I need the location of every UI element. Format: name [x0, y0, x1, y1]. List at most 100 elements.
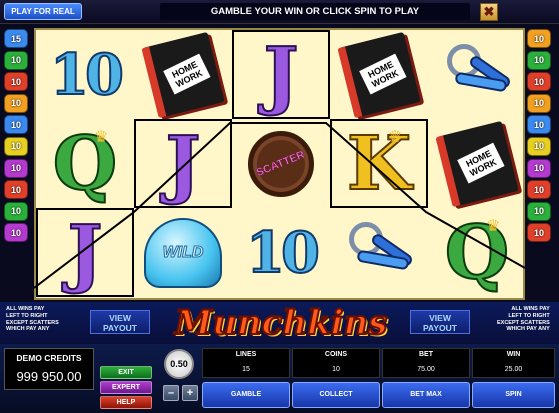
- payline-indicator-right[interactable]: 10: [527, 180, 551, 200]
- book-label: HOME WORK: [163, 53, 211, 94]
- play-for-real-button[interactable]: PLAY FOR REAL: [4, 3, 82, 20]
- symbol-j: J: [262, 31, 299, 119]
- payline-indicator-right[interactable]: 10: [527, 136, 551, 156]
- close-button[interactable]: ✖: [480, 3, 498, 21]
- homework-book-icon: HOME WORK: [141, 31, 225, 118]
- crown-icon: ♛: [388, 129, 403, 146]
- control-panel: DEMO CREDITS 999 950.00 EXIT EXPERT HELP…: [0, 344, 559, 413]
- payline-indicators-right: 10 10 10 10 10 10 10 10 10 10: [527, 29, 553, 245]
- book-label: HOME WORK: [457, 142, 505, 183]
- exit-button[interactable]: EXIT: [100, 366, 152, 379]
- symbol-j: J: [164, 120, 201, 208]
- reel-symbol: [330, 208, 428, 297]
- expert-button[interactable]: EXPERT: [100, 381, 152, 394]
- payline-indicator-right[interactable]: 10: [527, 72, 551, 92]
- reel-symbol: Q ♛: [36, 119, 134, 208]
- wild-dome-icon: WILD: [144, 217, 222, 288]
- reel-symbol: WILD: [134, 208, 232, 297]
- credits-title: DEMO CREDITS: [16, 353, 82, 363]
- payline-indicator-right[interactable]: 10: [527, 223, 551, 243]
- rules-text-left: ALL WINS PAY LEFT TO RIGHT EXCEPT SCATTERS…: [6, 306, 59, 333]
- view-payout-button-left[interactable]: VIEW PAYOUT: [90, 310, 150, 334]
- reel-symbol: K ♛: [330, 119, 428, 208]
- coins-value: 10: [332, 366, 340, 373]
- logo-strip: ALL WINS PAY LEFT TO RIGHT EXCEPT SCATTERS…: [0, 302, 559, 344]
- collect-button[interactable]: COLLECT: [292, 382, 380, 408]
- win-display: WIN 25.00: [472, 348, 555, 378]
- scatter-label: SCATTER: [255, 148, 307, 179]
- reel-symbol: J: [232, 30, 330, 119]
- reel-symbol: HOME WORK: [428, 119, 526, 208]
- coin-value-display[interactable]: 0.50: [164, 349, 194, 379]
- crown-icon: ♛: [94, 129, 109, 146]
- payline-indicator-right[interactable]: 10: [527, 29, 551, 48]
- rules-text-right: ALL WINS PAY LEFT TO RIGHT EXCEPT SCATTERS…: [497, 306, 550, 333]
- payline-indicator-right[interactable]: 10: [527, 50, 551, 70]
- coins-label: COINS: [324, 351, 348, 358]
- symbol-j: J: [66, 209, 103, 297]
- gamble-button[interactable]: GAMBLE: [202, 382, 290, 408]
- keys-icon: [437, 40, 517, 110]
- reel-symbol: HOME WORK: [330, 30, 428, 119]
- reel: HOME WORK J WILD: [134, 30, 232, 298]
- rules-line: LEFT TO RIGHT: [6, 312, 48, 319]
- game-logo: Munchkins: [174, 303, 389, 343]
- reel-symbol: J: [36, 208, 134, 297]
- bet-display: BET 75.00: [382, 348, 470, 378]
- payline-indicator-left[interactable]: 10: [4, 223, 28, 243]
- reel-symbol: 10: [232, 208, 330, 297]
- reel: HOME WORK Q ♛: [428, 30, 526, 298]
- lines-label: LINES: [235, 351, 257, 358]
- payline-indicator-left[interactable]: 10: [4, 136, 28, 156]
- status-message: GAMBLE YOUR WIN OR CLICK SPIN TO PLAY: [160, 3, 470, 20]
- keys-icon: [339, 218, 419, 288]
- payline-indicator-right[interactable]: 10: [527, 93, 551, 113]
- spin-button[interactable]: SPIN: [472, 382, 555, 408]
- reel-symbol: 10: [36, 30, 134, 119]
- homework-book-icon: HOME WORK: [435, 120, 519, 207]
- payline-indicator-right[interactable]: 10: [527, 115, 551, 135]
- rules-line: ALL WINS PAY: [6, 306, 45, 312]
- payline-indicator-right[interactable]: 10: [527, 158, 551, 178]
- credits-display: DEMO CREDITS 999 950.00: [4, 348, 94, 390]
- lines-value: 15: [242, 366, 250, 373]
- view-payout-button-right[interactable]: VIEW PAYOUT: [410, 310, 470, 334]
- help-button[interactable]: HELP: [100, 396, 152, 409]
- rules-line: EXCEPT SCATTERS: [6, 319, 59, 326]
- payline-indicator-left[interactable]: 10: [4, 72, 28, 92]
- win-label: WIN: [506, 351, 521, 358]
- payline-indicator-right[interactable]: 10: [527, 201, 551, 221]
- wild-label: WILD: [162, 243, 204, 261]
- reel-symbol: J: [134, 119, 232, 208]
- payline-indicator-left[interactable]: 10: [4, 180, 28, 200]
- credits-value: 999 950.00: [16, 369, 82, 384]
- payline-indicator-left[interactable]: 10: [4, 158, 28, 178]
- coin-decrease-button[interactable]: –: [163, 385, 179, 401]
- reel-symbol: SCATTER: [232, 119, 330, 208]
- rules-line: ALL WINS PAY: [511, 306, 550, 312]
- reel-symbol: [428, 30, 526, 119]
- lines-display: LINES 15: [202, 348, 290, 378]
- top-bar: PLAY FOR REAL GAMBLE YOUR WIN OR CLICK S…: [0, 0, 559, 24]
- rules-line: LEFT TO RIGHT: [508, 312, 550, 319]
- coin-increase-button[interactable]: +: [182, 385, 198, 401]
- bet-label: BET: [419, 351, 433, 358]
- rules-line: EXCEPT SCATTERS: [497, 319, 550, 326]
- win-value: 25.00: [504, 366, 523, 373]
- rules-line: WHICH PAY ANY: [6, 326, 50, 333]
- homework-book-icon: HOME WORK: [337, 31, 421, 118]
- payline-indicator-left[interactable]: 15: [4, 29, 28, 48]
- bet-max-button[interactable]: BET MAX: [382, 382, 470, 408]
- rules-line: WHICH PAY ANY: [506, 326, 550, 333]
- payline-indicator-left[interactable]: 10: [4, 93, 28, 113]
- payline-indicator-left[interactable]: 10: [4, 115, 28, 135]
- payline-indicator-left[interactable]: 10: [4, 50, 28, 70]
- scatter-cookie-icon: SCATTER: [248, 130, 314, 197]
- book-label: HOME WORK: [359, 53, 407, 94]
- reel: HOME WORK K ♛: [330, 30, 428, 298]
- symbol-10: 10: [245, 219, 321, 287]
- payline-indicator-left[interactable]: 10: [4, 201, 28, 221]
- reels-area: 10 Q ♛ J HOME WORK J WILD J SCATTER 10 HOME WORK K ♛…: [34, 28, 525, 300]
- symbol-10: 10: [49, 41, 125, 109]
- reel-symbol: Q ♛: [428, 208, 526, 297]
